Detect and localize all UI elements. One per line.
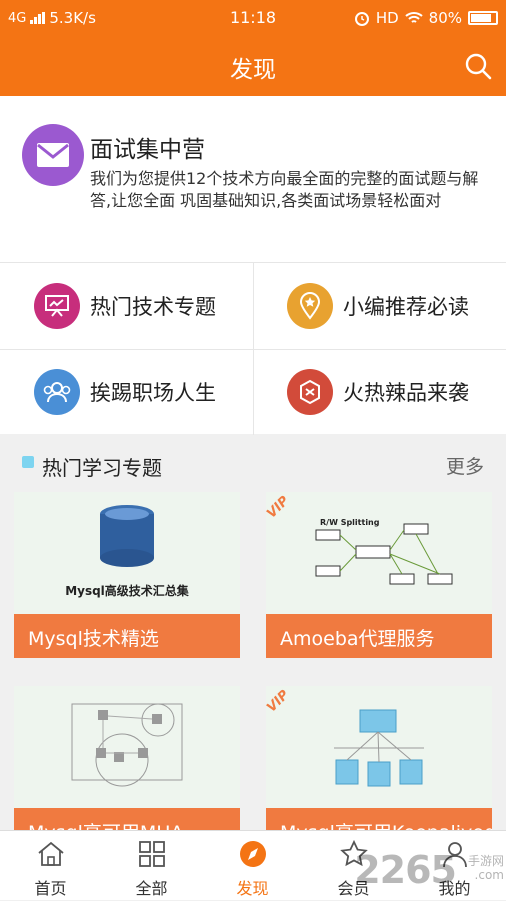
badge-icon — [287, 369, 333, 415]
presentation-icon — [34, 283, 80, 329]
category-grid: 热门技术专题 小编推荐必读 挨踢职场人生 火热辣品来袭 — [0, 262, 506, 435]
watermark-domain: .com — [474, 868, 504, 882]
watermark-sub: 手游网 — [467, 854, 504, 868]
intro-description: 我们为您提供12个技术方向最全面的完整的面试题与解答,让您全面 巩固基础知识,各… — [90, 169, 479, 210]
card-image-caption: R/W Splitting — [320, 518, 380, 527]
status-bar: 4G 5.3K/s 11:18 HD 80% — [0, 0, 506, 36]
card-label: Mysql技术精选 — [14, 614, 240, 658]
tab-label: 首页 — [34, 879, 67, 898]
category-career-life[interactable]: 挨踢职场人生 — [0, 349, 253, 435]
category-label: 火热辣品来袭 — [343, 381, 469, 405]
category-label: 小编推荐必读 — [343, 295, 469, 319]
home-icon — [38, 841, 64, 866]
location-star-icon — [287, 283, 333, 329]
section-header: 热门学习专题 更多 — [0, 434, 506, 494]
tab-discover[interactable]: 发现 — [202, 831, 303, 901]
tab-label: 发现 — [236, 879, 269, 898]
card-label: Mysql高可用Keepalived — [266, 808, 492, 830]
app-header: 发现 — [0, 36, 506, 96]
mail-icon — [22, 124, 84, 186]
vip-badge: VIP — [266, 686, 306, 726]
tab-home[interactable]: 首页 — [0, 831, 101, 901]
section-marker — [22, 456, 34, 468]
topic-card-amoeba[interactable]: R/W Splitting VIP Amoeba代理服务 — [266, 492, 492, 658]
wifi-icon — [404, 12, 423, 23]
card-label: Amoeba代理服务 — [266, 614, 492, 658]
card-image: Mysql高级技术汇总集 — [14, 492, 240, 614]
tab-all[interactable]: 全部 — [101, 831, 202, 901]
card-image-caption: Mysql高级技术汇总集 — [65, 584, 189, 598]
topic-card-mysql[interactable]: Mysql高级技术汇总集 Mysql技术精选 — [14, 492, 240, 658]
divider — [0, 349, 506, 350]
vip-badge-label: VIP — [266, 493, 293, 522]
tab-label: 全部 — [135, 879, 168, 898]
intro-title: 面试集中营 — [90, 137, 205, 163]
people-icon — [34, 369, 80, 415]
category-label: 挨踢职场人生 — [90, 381, 216, 405]
card-label: Mysql高可用MHA — [14, 808, 240, 830]
network-diagram-icon — [71, 703, 183, 787]
watermark: 2265 — [354, 848, 457, 892]
topic-card-keepalived[interactable]: VIP Mysql高可用Keepalived — [266, 686, 492, 830]
category-label: 热门技术专题 — [90, 295, 216, 319]
card-image: R/W Splitting VIP — [266, 492, 492, 614]
card-image — [14, 686, 240, 808]
category-editor-picks[interactable]: 小编推荐必读 — [253, 263, 506, 349]
page-title: 发现 — [230, 57, 276, 83]
battery-percent: 80% — [428, 9, 462, 27]
interview-camp-banner[interactable]: 面试集中营 我们为您提供12个技术方向最全面的完整的面试题与解答,让您全面 巩固… — [0, 96, 506, 262]
more-link[interactable]: 更多 — [446, 452, 484, 479]
category-hot-topics[interactable]: 热门技术专题 — [0, 263, 253, 349]
grid-icon — [139, 841, 165, 867]
battery-icon — [468, 11, 498, 25]
vip-badge: VIP — [266, 492, 306, 532]
card-image: VIP — [266, 686, 492, 808]
alarm-icon — [354, 12, 369, 26]
compass-icon — [240, 841, 266, 867]
search-icon[interactable] — [464, 52, 492, 80]
vip-badge-label: VIP — [266, 687, 293, 716]
hd-label: HD — [375, 9, 399, 27]
topic-card-mha[interactable]: Mysql高可用MHA — [14, 686, 240, 830]
section-title: 热门学习专题 — [42, 456, 162, 480]
category-hot-items[interactable]: 火热辣品来袭 — [253, 349, 506, 435]
